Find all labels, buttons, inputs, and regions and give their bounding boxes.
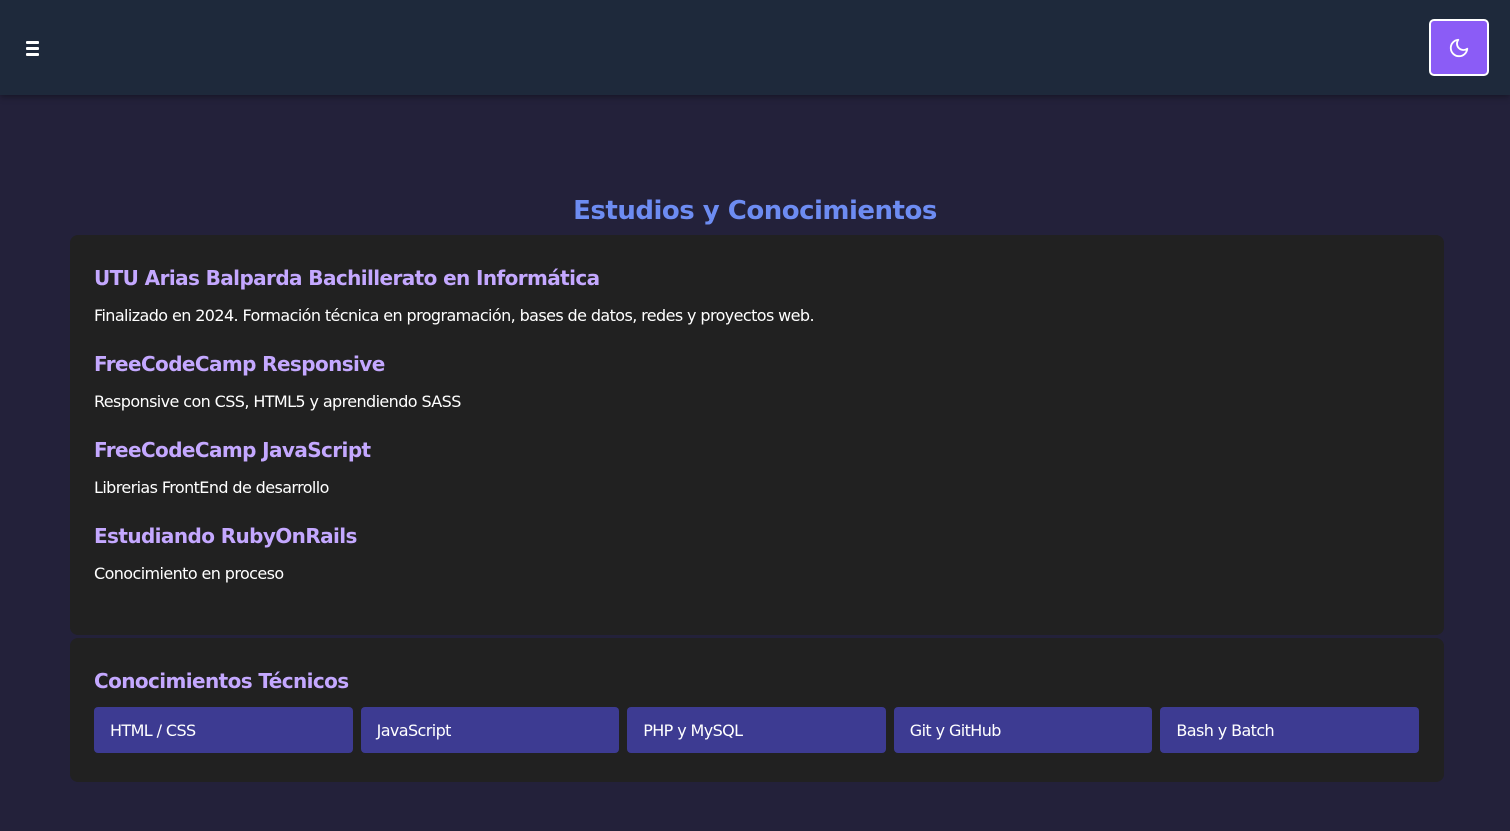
skill-chip-javascript[interactable]: JavaScript [360, 707, 620, 753]
skill-chip-bash-batch[interactable]: Bash y Batch [1160, 707, 1419, 753]
hamburger-menu-icon[interactable] [26, 41, 39, 56]
skill-chip-html-css[interactable]: HTML / CSS [94, 707, 353, 753]
study-title: UTU Arias Balparda Bachillerato en Infor… [94, 266, 600, 290]
skill-chip-php-mysql[interactable]: PHP y MySQL [627, 707, 886, 753]
top-navbar [0, 0, 1510, 95]
skills-title: Conocimientos Técnicos [94, 669, 349, 693]
section-title: Estudios y Conocimientos [573, 196, 937, 226]
study-description: Responsive con CSS, HTML5 y aprendiendo … [94, 392, 461, 411]
study-title: FreeCodeCamp JavaScript [94, 438, 371, 462]
studies-card: UTU Arias Balparda Bachillerato en Infor… [70, 235, 1444, 635]
skills-list: HTML / CSS JavaScript PHP y MySQL Git y … [94, 707, 1419, 753]
study-description: Librerias FrontEnd de desarrollo [94, 478, 329, 497]
theme-toggle-button[interactable] [1429, 19, 1489, 76]
skills-card: Conocimientos Técnicos HTML / CSS JavaSc… [70, 638, 1444, 782]
moon-icon [1449, 38, 1469, 57]
study-title: FreeCodeCamp Responsive [94, 352, 385, 376]
skill-chip-git-github[interactable]: Git y GitHub [893, 707, 1153, 753]
study-description: Finalizado en 2024. Formación técnica en… [94, 306, 815, 325]
study-description: Conocimiento en proceso [94, 564, 284, 583]
study-title: Estudiando RubyOnRails [94, 524, 357, 548]
